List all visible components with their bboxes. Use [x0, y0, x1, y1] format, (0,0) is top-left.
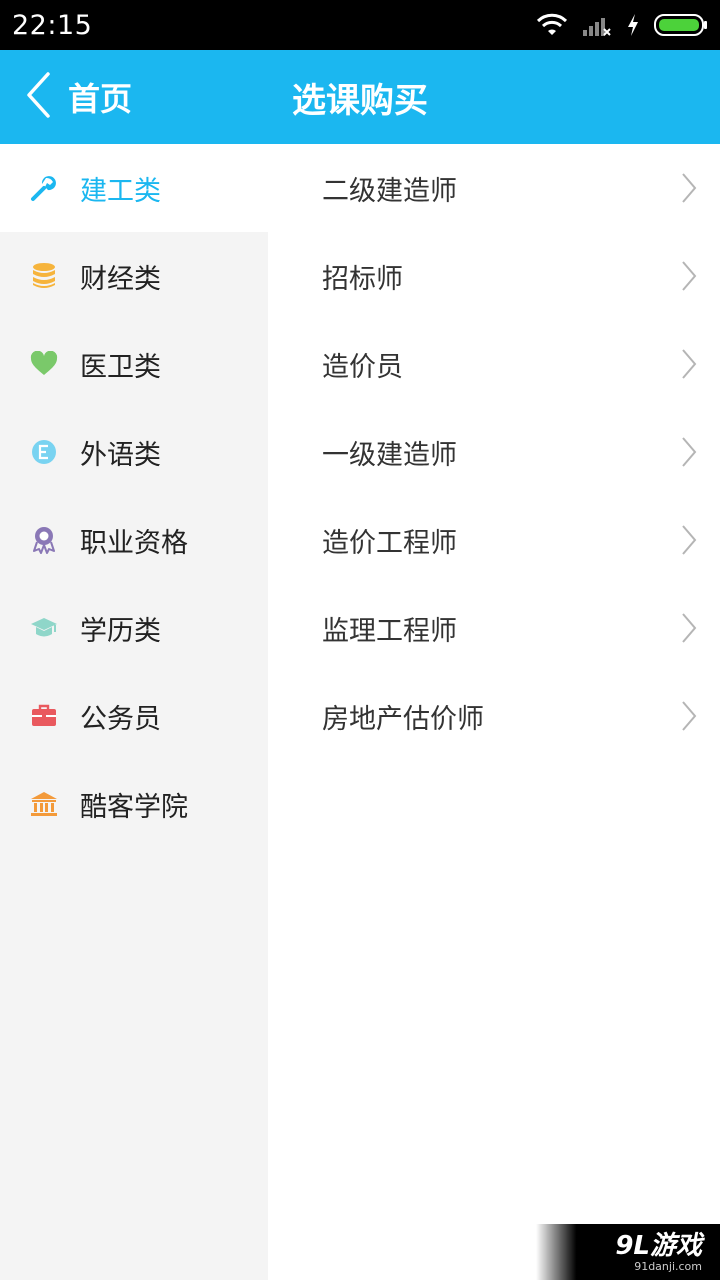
- course-label: 二级建造师: [322, 175, 457, 207]
- building-icon: [30, 790, 58, 818]
- charging-bolt-icon: [626, 13, 640, 37]
- sidebar-item-medical[interactable]: 医卫类: [0, 320, 268, 408]
- course-item[interactable]: 造价员: [268, 320, 720, 408]
- sidebar-item-education[interactable]: 学历类: [0, 584, 268, 672]
- sidebar-item-label: 学历类: [80, 615, 161, 647]
- chevron-right-icon: [680, 260, 698, 292]
- site-watermark: 9L游戏 91danji.com: [536, 1224, 720, 1280]
- graduation-cap-icon: [30, 614, 58, 642]
- back-chevron-icon: [24, 71, 52, 123]
- chevron-right-icon: [680, 524, 698, 556]
- sidebar-item-label: 医卫类: [80, 351, 161, 383]
- chevron-right-icon: [680, 700, 698, 732]
- status-bar: 22:15: [0, 0, 720, 50]
- chevron-right-icon: [680, 172, 698, 204]
- wrench-icon: [30, 174, 58, 202]
- course-label: 造价员: [322, 351, 403, 383]
- watermark-url: 91danji.com: [634, 1259, 702, 1273]
- sidebar-item-label: 建工类: [80, 175, 161, 207]
- watermark-logo: 9L游戏: [615, 1230, 702, 1261]
- app-bar: 首页 选课购买: [0, 50, 720, 144]
- chevron-right-icon: [680, 436, 698, 468]
- back-button[interactable]: 首页: [24, 50, 132, 144]
- back-label: 首页: [68, 80, 133, 118]
- sidebar-item-label: 公务员: [80, 703, 161, 735]
- heart-icon: [30, 350, 58, 378]
- wifi-icon: [536, 13, 568, 37]
- chevron-right-icon: [680, 348, 698, 380]
- sidebar-item-finance[interactable]: 财经类: [0, 232, 268, 320]
- sidebar-item-language[interactable]: 外语类: [0, 408, 268, 496]
- sidebar-item-academy[interactable]: 酷客学院: [0, 760, 268, 848]
- status-icons: [536, 13, 708, 37]
- sidebar-item-construction[interactable]: 建工类: [0, 144, 268, 232]
- course-list: 二级建造师 招标师 造价员 一级建造师 造价工程师 监理工程师 房地产估价师: [268, 144, 720, 1280]
- chevron-right-icon: [680, 612, 698, 644]
- course-item[interactable]: 监理工程师: [268, 584, 720, 672]
- signal-icon: [582, 13, 612, 37]
- coin-stack-icon: [30, 262, 58, 290]
- course-label: 招标师: [322, 263, 403, 295]
- course-item[interactable]: 一级建造师: [268, 408, 720, 496]
- status-time: 22:15: [12, 9, 93, 41]
- course-item[interactable]: 房地产估价师: [268, 672, 720, 760]
- letter-e-icon: [30, 438, 58, 466]
- sidebar-item-civil-servant[interactable]: 公务员: [0, 672, 268, 760]
- course-item[interactable]: 造价工程师: [268, 496, 720, 584]
- course-label: 房地产估价师: [322, 703, 484, 735]
- battery-icon: [654, 13, 708, 37]
- briefcase-icon: [30, 702, 58, 730]
- medal-icon: [30, 526, 58, 554]
- course-label: 监理工程师: [322, 615, 457, 647]
- category-sidebar: 建工类 财经类 医卫类 外语类 职业资格 学历类 公务员 酷客学院: [0, 144, 268, 1280]
- course-label: 造价工程师: [322, 527, 457, 559]
- course-item[interactable]: 招标师: [268, 232, 720, 320]
- course-label: 一级建造师: [322, 439, 457, 471]
- sidebar-item-label: 酷客学院: [80, 791, 188, 823]
- course-item[interactable]: 二级建造师: [268, 144, 720, 232]
- sidebar-item-label: 财经类: [80, 263, 161, 295]
- sidebar-item-qualification[interactable]: 职业资格: [0, 496, 268, 584]
- sidebar-item-label: 外语类: [80, 439, 161, 471]
- sidebar-item-label: 职业资格: [80, 527, 188, 559]
